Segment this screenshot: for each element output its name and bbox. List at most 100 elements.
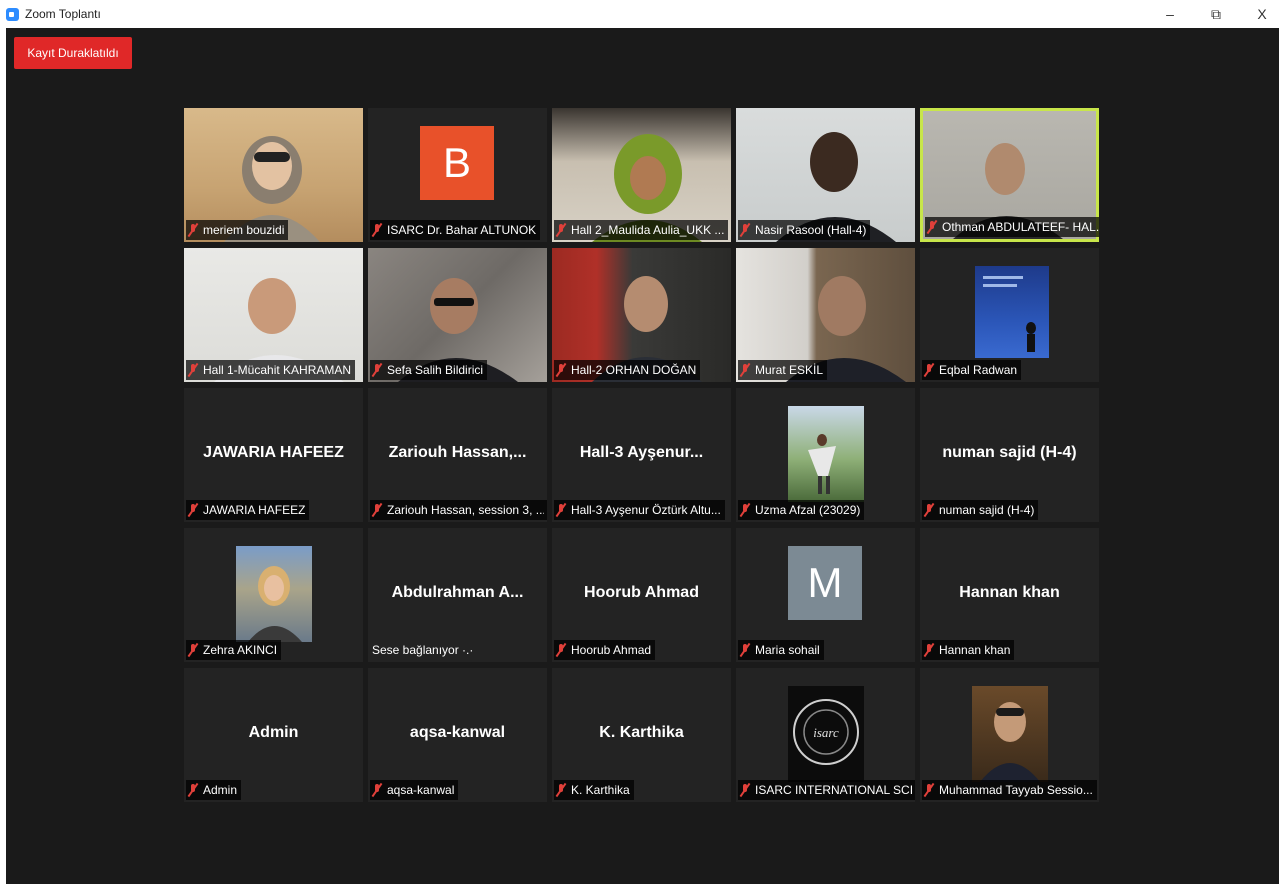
- participant-tile[interactable]: JAWARIA HAFEEZ JAWARIA HAFEEZ: [184, 388, 363, 522]
- participant-name: Eqbal Radwan: [939, 363, 1018, 377]
- participant-nameplate: Admin: [186, 780, 242, 800]
- participant-tile[interactable]: M Maria sohail: [736, 528, 915, 662]
- participant-nameplate: Murat ESKİL: [738, 360, 828, 380]
- participant-nameplate: Hall 2_Maulida Aulia_UKK ...: [554, 220, 729, 240]
- participant-nameplate: numan sajid (H-4): [922, 500, 1039, 520]
- participant-display-name: Hall-3 Ayşenur...: [579, 444, 704, 461]
- participant-nameplate: Nasir Rasool (Hall-4): [738, 220, 871, 240]
- participant-nameplate: meriem bouzidi: [186, 220, 289, 240]
- participant-tile[interactable]: Nasir Rasool (Hall-4): [736, 108, 915, 242]
- participant-tile[interactable]: Hannan khan Hannan khan: [920, 528, 1099, 662]
- participant-tile[interactable]: numan sajid (H-4) numan sajid (H-4): [920, 388, 1099, 522]
- participant-tile[interactable]: Uzma Afzal (23029): [736, 388, 915, 522]
- participant-name: ISARC INTERNATIONAL SCI...: [755, 783, 912, 797]
- restore-button[interactable]: ⧉: [1193, 0, 1239, 28]
- mic-muted-icon: [372, 363, 382, 377]
- participant-name: Hall 1-Mücahit KAHRAMAN: [203, 363, 352, 377]
- participant-display-name: Zariouh Hassan,...: [388, 444, 527, 461]
- participant-name: Hannan khan: [939, 643, 1011, 657]
- participant-nameplate: JAWARIA HAFEEZ: [186, 500, 310, 520]
- minimize-button[interactable]: –: [1147, 0, 1193, 28]
- participant-tile[interactable]: Muhammad Tayyab Sessio...: [920, 668, 1099, 802]
- participant-nameplate: Eqbal Radwan: [922, 360, 1022, 380]
- mic-muted-icon: [556, 363, 566, 377]
- mic-muted-icon: [188, 783, 198, 797]
- participant-nameplate: Maria sohail: [738, 640, 824, 660]
- zoom-app-icon: [6, 7, 19, 21]
- mic-muted-icon: [924, 503, 934, 517]
- participant-tile[interactable]: aqsa-kanwal aqsa-kanwal: [368, 668, 547, 802]
- participant-nameplate: Zariouh Hassan, session 3, ...: [370, 500, 547, 520]
- close-button[interactable]: X: [1239, 0, 1285, 28]
- participant-name: Maria sohail: [755, 643, 820, 657]
- mic-muted-icon: [556, 643, 566, 657]
- participant-nameplate: Othman ABDULATEEF- HAL...: [925, 217, 1099, 237]
- participant-tile[interactable]: Hall 1-Mücahit KAHRAMAN: [184, 248, 363, 382]
- participant-tile[interactable]: Eqbal Radwan: [920, 248, 1099, 382]
- avatar: B: [420, 126, 494, 200]
- mic-muted-icon: [372, 503, 382, 517]
- meeting-stage: Kayıt Duraklatıldı meriem bouzidi B ISAR…: [6, 28, 1279, 884]
- participant-name: aqsa-kanwal: [387, 783, 455, 797]
- participant-tile[interactable]: K. Karthika K. Karthika: [552, 668, 731, 802]
- participant-tile[interactable]: Hoorub Ahmad Hoorub Ahmad: [552, 528, 731, 662]
- participant-nameplate: Sese bağlanıyor ·.·: [370, 640, 477, 660]
- participant-name: Hall 2_Maulida Aulia_UKK ...: [571, 223, 725, 237]
- participant-display-name: Abdulrahman A...: [391, 584, 524, 601]
- participant-nameplate: Uzma Afzal (23029): [738, 500, 865, 520]
- mic-muted-icon: [740, 223, 750, 237]
- participant-name: numan sajid (H-4): [939, 503, 1035, 517]
- participant-name: K. Karthika: [571, 783, 630, 797]
- participant-tile-active-speaker[interactable]: Othman ABDULATEEF- HAL...: [920, 108, 1099, 242]
- window-controls: – ⧉ X: [1147, 0, 1285, 28]
- participant-nameplate: Hannan khan: [922, 640, 1015, 660]
- mic-muted-icon: [740, 503, 750, 517]
- mic-muted-icon: [556, 223, 566, 237]
- participant-tile[interactable]: Zariouh Hassan,... Zariouh Hassan, sessi…: [368, 388, 547, 522]
- participant-tile[interactable]: Sefa Salih Bildirici: [368, 248, 547, 382]
- participant-tile[interactable]: Abdulrahman A... Sese bağlanıyor ·.·: [368, 528, 547, 662]
- participant-name: Hall-3 Ayşenur Öztürk Altu...: [571, 503, 721, 517]
- participant-tile[interactable]: isarc ISARC INTERNATIONAL SCI...: [736, 668, 915, 802]
- participant-name: Nasir Rasool (Hall-4): [755, 223, 867, 237]
- mic-muted-icon: [372, 223, 382, 237]
- participant-tile[interactable]: meriem bouzidi: [184, 108, 363, 242]
- participant-nameplate: K. Karthika: [554, 780, 634, 800]
- presentation-figure: [983, 276, 1036, 352]
- participant-name: Zehra AKINCI: [203, 643, 278, 657]
- mic-muted-icon: [924, 643, 934, 657]
- mic-muted-icon: [740, 363, 750, 377]
- participant-name: Hall-2 ORHAN DOĞAN: [571, 363, 697, 377]
- participant-tile[interactable]: B ISARC Dr. Bahar ALTUNOK: [368, 108, 547, 242]
- recording-paused-button[interactable]: Kayıt Duraklatıldı: [14, 37, 132, 69]
- participant-tile[interactable]: Hall-2 ORHAN DOĞAN: [552, 248, 731, 382]
- participant-thumbnail: [236, 546, 312, 642]
- mic-muted-icon: [556, 783, 566, 797]
- participant-tile[interactable]: Admin Admin: [184, 668, 363, 802]
- participant-tile[interactable]: Murat ESKİL: [736, 248, 915, 382]
- participant-thumbnail: [972, 686, 1048, 782]
- avatar: M: [788, 546, 862, 620]
- participant-name: ISARC Dr. Bahar ALTUNOK: [387, 223, 537, 237]
- mic-muted-icon: [188, 643, 198, 657]
- participant-nameplate: aqsa-kanwal: [370, 780, 459, 800]
- participant-name: JAWARIA HAFEEZ: [203, 503, 306, 517]
- mic-muted-icon: [927, 220, 937, 234]
- participant-display-name: Hannan khan: [959, 584, 1060, 601]
- participant-display-name: numan sajid (H-4): [942, 444, 1077, 461]
- participant-tile[interactable]: Zehra AKINCI: [184, 528, 363, 662]
- participant-tile[interactable]: Hall-3 Ayşenur... Hall-3 Ayşenur Öztürk …: [552, 388, 731, 522]
- participant-name: Murat ESKİL: [755, 363, 824, 377]
- mic-muted-icon: [556, 503, 566, 517]
- participant-nameplate: ISARC Dr. Bahar ALTUNOK: [370, 220, 541, 240]
- participant-name: Hoorub Ahmad: [571, 643, 652, 657]
- participant-nameplate: Muhammad Tayyab Sessio...: [922, 780, 1097, 800]
- participant-name: meriem bouzidi: [203, 223, 285, 237]
- participant-display-name: K. Karthika: [599, 724, 684, 741]
- mic-muted-icon: [740, 643, 750, 657]
- participant-display-name: aqsa-kanwal: [409, 724, 506, 741]
- participant-nameplate: Hall-2 ORHAN DOĞAN: [554, 360, 701, 380]
- participant-tile[interactable]: Hall 2_Maulida Aulia_UKK ...: [552, 108, 731, 242]
- participant-display-name: JAWARIA HAFEEZ: [203, 444, 344, 461]
- mic-muted-icon: [740, 783, 750, 797]
